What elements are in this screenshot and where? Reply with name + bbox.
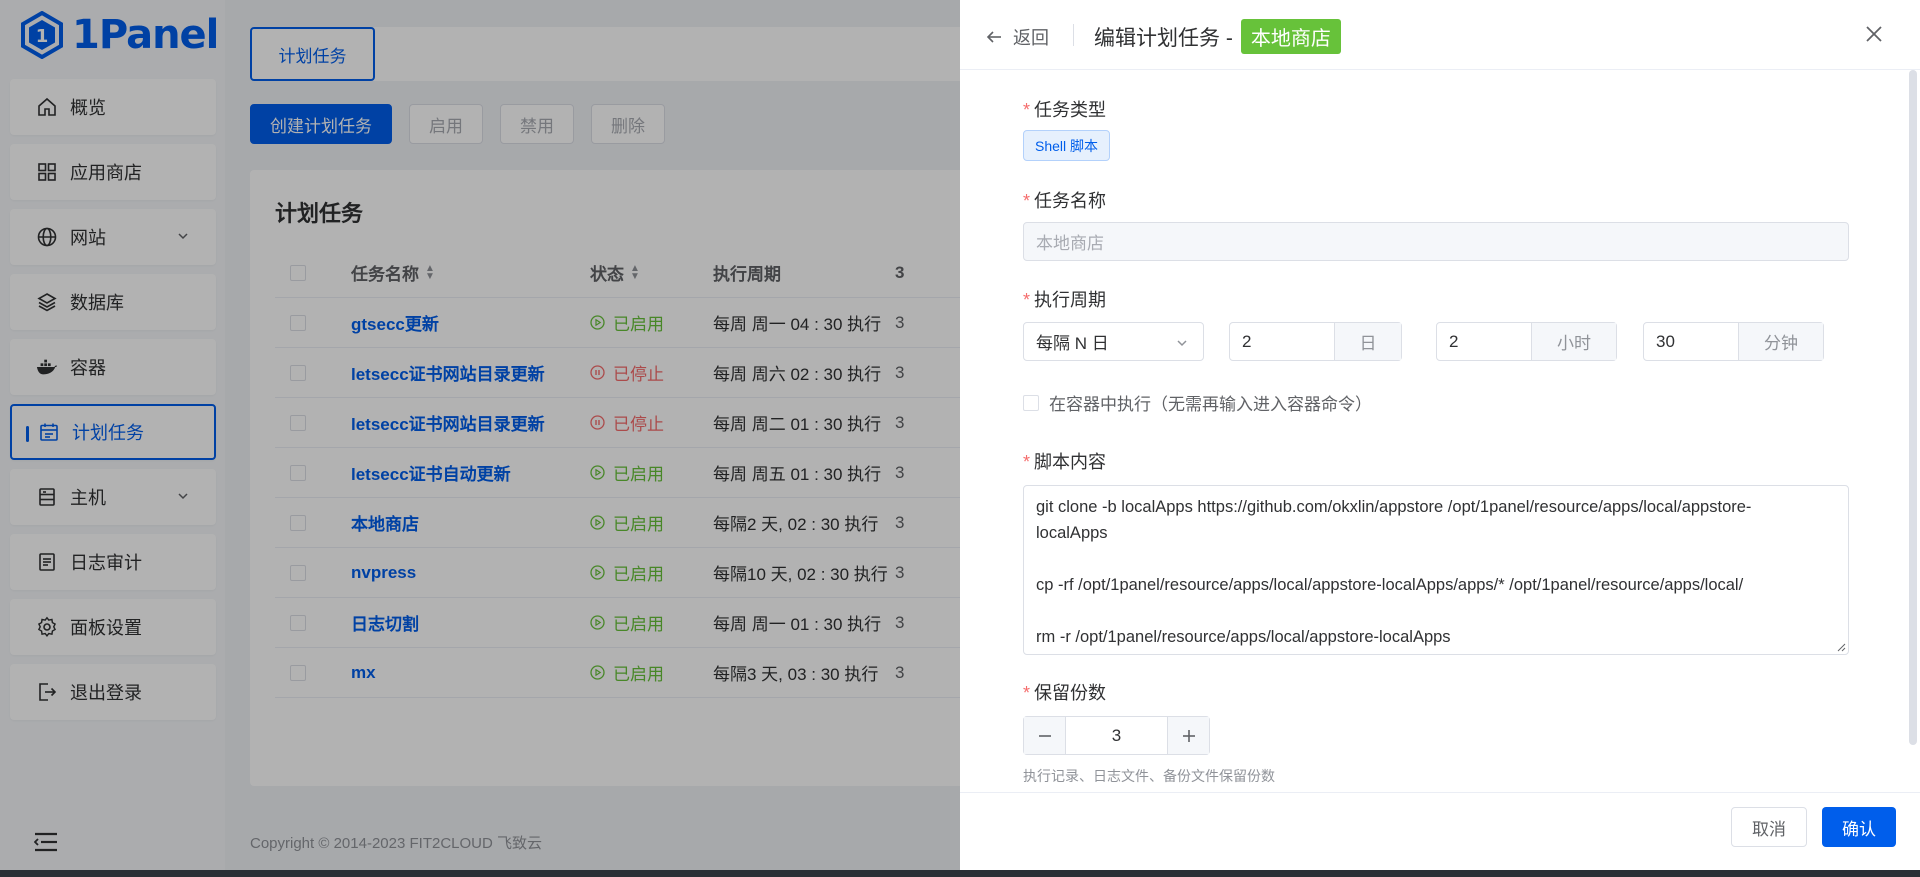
retain-copies-stepper[interactable]: 3	[1023, 716, 1210, 755]
script-label-text: 脚本内容	[1034, 452, 1107, 472]
name-label-text: 任务名称	[1034, 191, 1107, 211]
plus-icon	[1182, 729, 1195, 742]
retain-label: * 保留份数	[1023, 683, 1107, 703]
in-container-checkbox[interactable]: 在容器中执行（无需再输入进入容器命令）	[1023, 390, 1372, 415]
drawer-title-text: 编辑计划任务 -	[1094, 26, 1233, 50]
in-container-label: 在容器中执行（无需再输入进入容器命令）	[1049, 395, 1372, 414]
cancel-button[interactable]: 取消	[1731, 807, 1807, 847]
drawer-scrollbar[interactable]	[1909, 70, 1917, 745]
back-label: 返回	[1013, 28, 1049, 48]
script-line: git clone -b localApps https://github.co…	[1036, 498, 1752, 516]
day-unit: 日	[1334, 323, 1401, 360]
minute-value: 30	[1656, 331, 1675, 351]
drawer-footer: 取消 确认	[960, 792, 1920, 870]
retain-hint: 执行记录、日志文件、备份文件保留份数	[1023, 768, 1275, 784]
script-line	[1036, 546, 1836, 572]
increase-button[interactable]	[1168, 717, 1209, 754]
script-line: localApps	[1036, 524, 1108, 542]
header-divider	[1073, 24, 1074, 46]
decrease-button[interactable]	[1024, 717, 1065, 754]
back-button[interactable]: 返回	[985, 24, 1049, 50]
name-label: * 任务名称	[1023, 191, 1107, 211]
hour-value: 2	[1449, 331, 1459, 351]
confirm-button[interactable]: 确认	[1822, 807, 1896, 847]
day-input[interactable]: 2 日	[1229, 322, 1402, 361]
drawer-header: 返回 编辑计划任务 - 本地商店	[960, 0, 1920, 70]
retain-copies-value[interactable]: 3	[1065, 717, 1168, 754]
chevron-down-icon	[1177, 340, 1187, 347]
retain-label-text: 保留份数	[1034, 683, 1107, 703]
bottom-strip	[0, 870, 1920, 877]
hour-input[interactable]: 2 小时	[1436, 322, 1617, 361]
period-label-text: 执行周期	[1034, 290, 1107, 310]
type-label-text: 任务类型	[1034, 100, 1107, 120]
arrow-left-icon	[986, 31, 1001, 43]
minute-input[interactable]: 30 分钟	[1643, 322, 1824, 361]
hour-unit: 小时	[1531, 323, 1616, 360]
task-type-tag: Shell 脚本	[1023, 130, 1111, 161]
script-textarea[interactable]: git clone -b localApps https://github.co…	[1023, 485, 1849, 655]
checkbox-box[interactable]	[1023, 394, 1039, 411]
edit-cronjob-drawer: 返回 编辑计划任务 - 本地商店 * 任务类型 Shell 脚本 * 任务名称 本地…	[960, 0, 1920, 870]
minus-icon	[1038, 734, 1051, 737]
day-value: 2	[1242, 331, 1252, 351]
period-type-value: 每隔 N 日	[1036, 334, 1109, 353]
script-line: cp -rf /opt/1panel/resource/apps/local/a…	[1036, 576, 1744, 594]
task-name-input[interactable]: 本地商店	[1023, 222, 1849, 261]
drawer-title: 编辑计划任务 - 本地商店	[1094, 19, 1341, 54]
minute-unit: 分钟	[1738, 323, 1823, 360]
period-label: * 执行周期	[1023, 290, 1107, 310]
script-label: * 脚本内容	[1023, 452, 1107, 472]
script-line	[1036, 598, 1836, 624]
period-type-select[interactable]: 每隔 N 日	[1023, 322, 1204, 361]
resize-handle-icon[interactable]	[1837, 643, 1846, 652]
close-icon[interactable]	[1864, 24, 1884, 44]
script-line: rm -r /opt/1panel/resource/apps/local/ap…	[1036, 628, 1451, 646]
drawer-title-tag: 本地商店	[1240, 19, 1341, 54]
type-label: * 任务类型	[1023, 100, 1107, 120]
